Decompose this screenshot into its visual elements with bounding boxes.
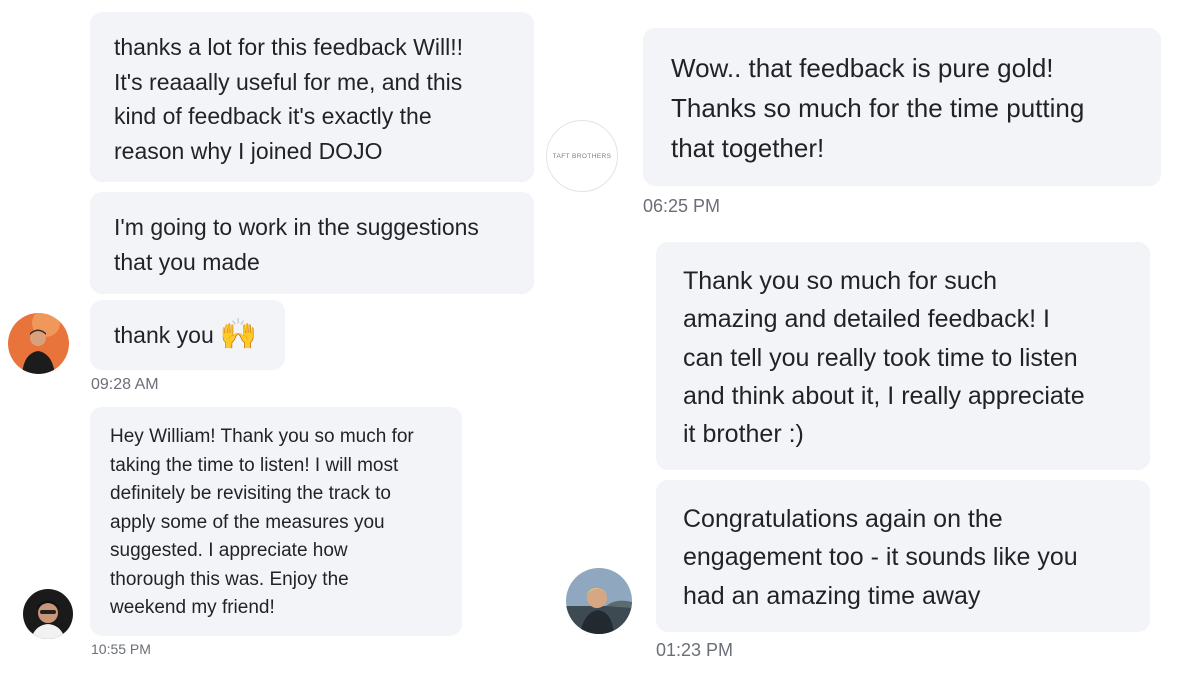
message-bubble[interactable]: Congratulations again on the engagement … bbox=[656, 480, 1150, 632]
sender-avatar[interactable] bbox=[23, 589, 73, 639]
message-bubble[interactable]: Hey William! Thank you so much for takin… bbox=[90, 407, 462, 636]
message-text: thanks a lot for this feedback Will!! It… bbox=[114, 34, 463, 164]
avatar-photo-icon bbox=[23, 589, 73, 639]
sender-logo-avatar[interactable]: TAFT BROTHERS bbox=[546, 120, 618, 192]
message-timestamp: 06:25 PM bbox=[643, 196, 721, 216]
message-timestamp: 10:55 PM bbox=[91, 641, 151, 657]
message-bubble[interactable]: I'm going to work in the suggestions tha… bbox=[90, 192, 534, 294]
message-bubble[interactable]: Thank you so much for such amazing and d… bbox=[656, 242, 1150, 470]
sender-avatar[interactable] bbox=[566, 568, 632, 634]
message-bubble[interactable]: thanks a lot for this feedback Will!! It… bbox=[90, 12, 534, 182]
raising-hands-emoji: 🙌 bbox=[219, 318, 258, 351]
avatar-photo-icon bbox=[566, 568, 632, 634]
message-text: I'm going to work in the suggestions tha… bbox=[114, 214, 479, 275]
brand-logo-text: TAFT BROTHERS bbox=[552, 152, 612, 160]
message-timestamp: 09:28 AM bbox=[91, 376, 159, 393]
message-text: thank you bbox=[114, 322, 214, 348]
message-text: Congratulations again on the engagement … bbox=[683, 505, 1078, 610]
message-timestamp: 01:23 PM bbox=[656, 640, 734, 660]
message-bubble[interactable]: thank you 🙌 bbox=[90, 300, 285, 370]
sender-avatar[interactable] bbox=[8, 313, 69, 374]
message-text: Wow.. that feedback is pure gold! Thanks… bbox=[671, 53, 1085, 163]
avatar-photo-icon bbox=[8, 313, 69, 374]
message-text: Thank you so much for such amazing and d… bbox=[683, 267, 1085, 449]
message-text: Hey William! Thank you so much for takin… bbox=[110, 426, 414, 618]
message-bubble[interactable]: Wow.. that feedback is pure gold! Thanks… bbox=[643, 28, 1161, 186]
